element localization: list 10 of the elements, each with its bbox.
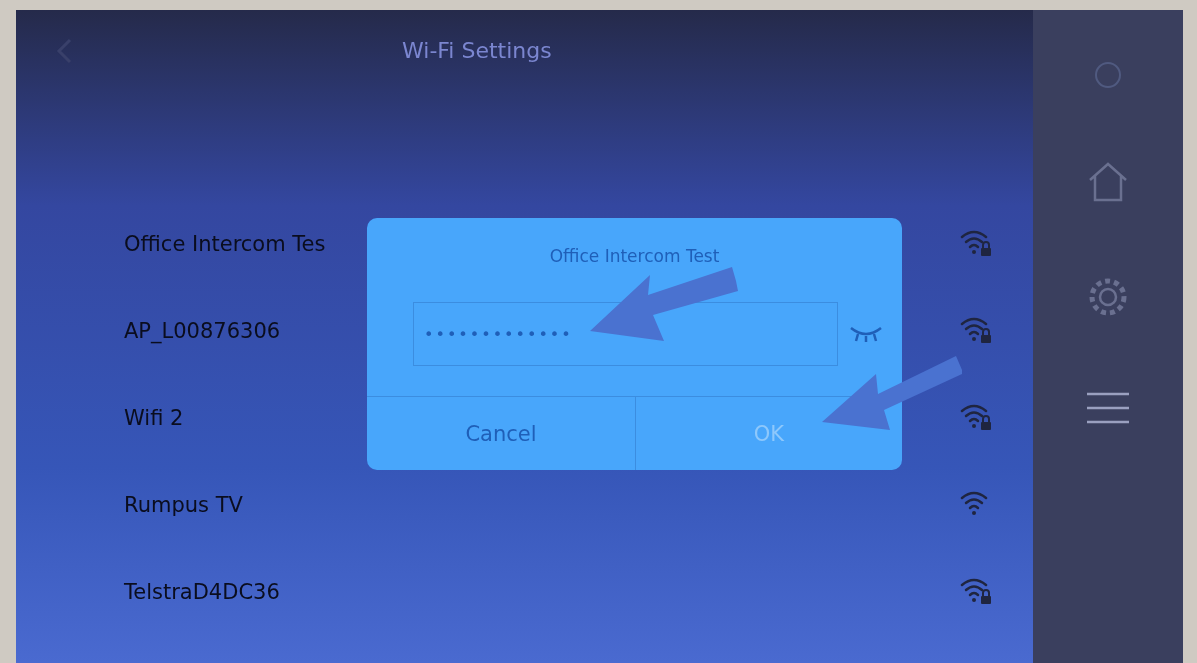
network-name[interactable]: Wifi 2 — [124, 405, 184, 430]
network-name[interactable]: TelstraD4DC36 — [124, 579, 280, 604]
cancel-button[interactable]: Cancel — [367, 397, 635, 470]
dialog-title: Office Intercom Test — [548, 245, 721, 268]
password-field[interactable]: ••••••••••••• — [413, 302, 838, 366]
page-title: Wi-Fi Settings — [402, 38, 552, 63]
closed-eye-icon[interactable] — [848, 324, 884, 344]
network-name[interactable]: AP_L00876306 — [124, 318, 281, 343]
network-name[interactable]: Rumpus TV — [124, 492, 243, 517]
network-name[interactable]: Office Intercom Tes — [124, 231, 326, 256]
